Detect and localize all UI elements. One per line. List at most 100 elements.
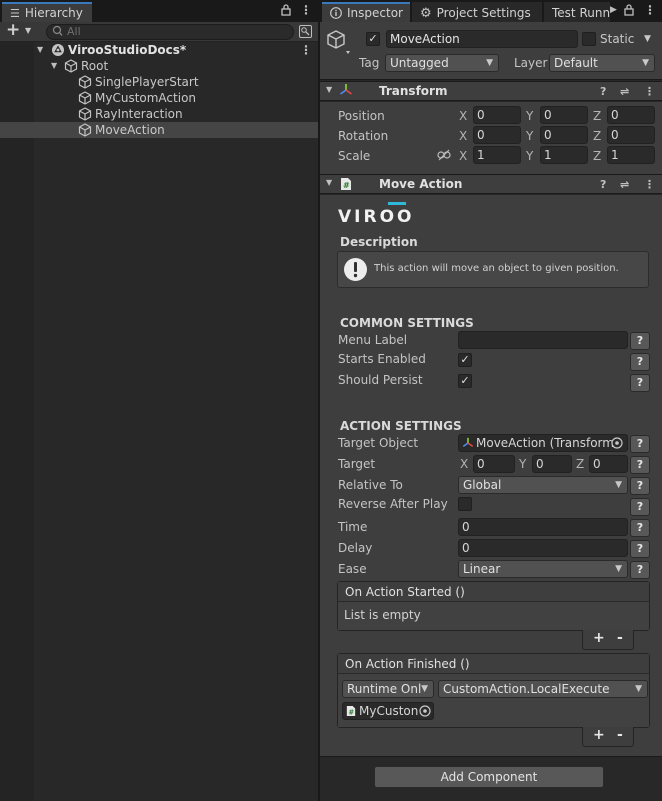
relative-to-dropdown[interactable]: Global ▼ xyxy=(458,476,628,494)
rotation-z-field[interactable]: 0 xyxy=(607,126,655,144)
help-button[interactable]: ? xyxy=(630,498,650,516)
hierarchy-item-label: MyCustomAction xyxy=(95,91,197,105)
gameobject-icon[interactable] xyxy=(326,29,354,59)
help-button[interactable]: ? xyxy=(630,435,650,453)
listener-object-field[interactable]: # MyCuston xyxy=(342,702,434,720)
function-value: CustomAction.LocalExecute xyxy=(443,682,610,696)
info-icon xyxy=(330,7,342,19)
axis-z: Z xyxy=(593,109,602,123)
chevron-down-icon: ▼ xyxy=(635,684,642,694)
position-y-field[interactable]: 0 xyxy=(540,106,588,124)
axis-z: Z xyxy=(593,129,602,143)
rotation-x-field[interactable]: 0 xyxy=(473,126,521,144)
action-settings-heading: ACTION SETTINGS xyxy=(340,419,462,433)
target-object-field[interactable]: MoveAction (Transform xyxy=(458,434,628,452)
reverse-after-play-checkbox[interactable] xyxy=(458,497,472,511)
axis-x: X xyxy=(459,149,468,163)
chevron-down-icon[interactable]: ▼ xyxy=(37,42,43,58)
static-dropdown-icon[interactable]: ▼ xyxy=(644,34,651,44)
add-component-button[interactable]: Add Component xyxy=(374,766,604,788)
scale-x-field[interactable]: 1 xyxy=(473,146,521,164)
active-checkbox[interactable]: ✓ xyxy=(366,32,380,46)
more-vertical-icon[interactable]: ⋮ xyxy=(644,85,655,98)
tab-hierarchy[interactable]: ☰ Hierarchy xyxy=(2,2,92,22)
target-z-field[interactable]: 0 xyxy=(589,455,628,473)
add-icon[interactable]: + xyxy=(6,20,20,40)
target-y-field[interactable]: 0 xyxy=(532,455,572,473)
preset-icon[interactable]: ⇌ xyxy=(620,178,629,191)
hierarchy-search-input[interactable]: All xyxy=(46,24,294,40)
axis-y: Y xyxy=(526,149,534,163)
chevron-down-icon[interactable]: ▼ xyxy=(51,58,57,74)
object-picker-icon[interactable] xyxy=(611,437,623,449)
chevron-down-icon[interactable]: ▼ xyxy=(25,26,31,35)
tab-inspector-label: Inspector xyxy=(347,6,403,20)
remove-listener-button[interactable]: - xyxy=(617,727,623,743)
more-vertical-icon[interactable]: ⋮ xyxy=(644,178,655,191)
tab-inspector[interactable]: Inspector xyxy=(322,2,410,22)
runtime-mode-dropdown[interactable]: Runtime Only ▼ xyxy=(342,680,434,698)
transform-icon xyxy=(462,437,474,449)
axis-z: Z xyxy=(593,149,602,163)
tab-test-runner[interactable]: Test Runn xyxy=(544,2,610,22)
help-button[interactable]: ? xyxy=(630,456,650,474)
tab-scroll-right-icon[interactable]: ▶ xyxy=(610,5,617,15)
help-icon[interactable]: ? xyxy=(600,178,606,191)
static-checkbox[interactable] xyxy=(582,32,596,46)
help-button[interactable]: ? xyxy=(630,540,650,558)
more-vertical-icon[interactable]: ⋮ xyxy=(644,3,656,17)
hierarchy-item-selected[interactable]: MoveAction xyxy=(0,122,318,138)
hierarchy-list-icon: ☰ xyxy=(10,6,20,20)
root-row[interactable]: ▼ Root xyxy=(0,58,318,74)
lock-icon[interactable] xyxy=(281,4,291,16)
chevron-down-icon[interactable]: ▼ xyxy=(326,178,332,187)
help-button[interactable]: ? xyxy=(630,561,650,579)
info-exclamation-icon xyxy=(343,257,368,282)
hierarchy-item[interactable]: RayInteraction xyxy=(0,106,318,122)
relative-to-value: Global xyxy=(463,478,502,492)
scene-row[interactable]: ▼ VirooStudioDocs* ⋮ xyxy=(0,42,318,58)
hierarchy-item[interactable]: SinglePlayerStart xyxy=(0,74,318,90)
help-button[interactable]: ? xyxy=(630,353,650,371)
help-button[interactable]: ? xyxy=(630,519,650,537)
add-listener-button[interactable]: + xyxy=(593,727,605,743)
tab-project-settings[interactable]: ⚙ Project Settings xyxy=(412,2,542,22)
delay-field[interactable]: 0 xyxy=(458,539,628,557)
transform-header[interactable]: ▼ Transform ? ⇌ ⋮ xyxy=(320,81,662,101)
scale-z-field[interactable]: 1 xyxy=(607,146,655,164)
axis-z: Z xyxy=(576,457,585,471)
position-z-field[interactable]: 0 xyxy=(607,106,655,124)
time-field[interactable]: 0 xyxy=(458,518,628,536)
help-button[interactable]: ? xyxy=(630,332,650,350)
lock-icon[interactable] xyxy=(624,4,634,16)
position-x-field[interactable]: 0 xyxy=(473,106,521,124)
hierarchy-item[interactable]: MyCustomAction xyxy=(0,90,318,106)
object-picker-icon[interactable] xyxy=(419,705,431,717)
axis-x: X xyxy=(459,129,468,143)
ease-dropdown[interactable]: Linear ▼ xyxy=(458,560,628,578)
chevron-down-icon[interactable]: ▼ xyxy=(326,85,332,94)
menu-label-field[interactable] xyxy=(458,331,628,349)
constrain-proportions-icon[interactable] xyxy=(437,149,451,161)
move-action-header[interactable]: ▼ # Move Action ? ⇌ ⋮ xyxy=(320,174,662,194)
should-persist-checkbox[interactable]: ✓ xyxy=(458,374,472,388)
target-x-field[interactable]: 0 xyxy=(473,455,515,473)
scene-visibility-icon[interactable] xyxy=(299,25,312,38)
tag-dropdown[interactable]: Untagged ▼ xyxy=(385,54,499,72)
add-listener-button[interactable]: + xyxy=(593,630,605,646)
scale-y-field[interactable]: 1 xyxy=(540,146,588,164)
layer-dropdown[interactable]: Default ▼ xyxy=(549,54,655,72)
help-button[interactable]: ? xyxy=(630,374,650,392)
remove-listener-button[interactable]: - xyxy=(617,630,623,646)
preset-icon[interactable]: ⇌ xyxy=(620,85,629,98)
rotation-y-field[interactable]: 0 xyxy=(540,126,588,144)
scene-more-icon[interactable]: ⋮ xyxy=(300,42,312,58)
help-button[interactable]: ? xyxy=(630,477,650,495)
more-vertical-icon[interactable]: ⋮ xyxy=(300,3,312,17)
object-name-field[interactable]: MoveAction xyxy=(386,30,578,48)
starts-enabled-checkbox[interactable]: ✓ xyxy=(458,353,472,367)
on-action-finished-list: Runtime Only ▼ CustomAction.LocalExecute… xyxy=(338,674,649,727)
function-dropdown[interactable]: CustomAction.LocalExecute ▼ xyxy=(438,680,648,698)
help-icon[interactable]: ? xyxy=(600,85,606,98)
transform-body: Position X 0 Y 0 Z 0 Rotation X 0 Y 0 Z … xyxy=(320,102,662,174)
